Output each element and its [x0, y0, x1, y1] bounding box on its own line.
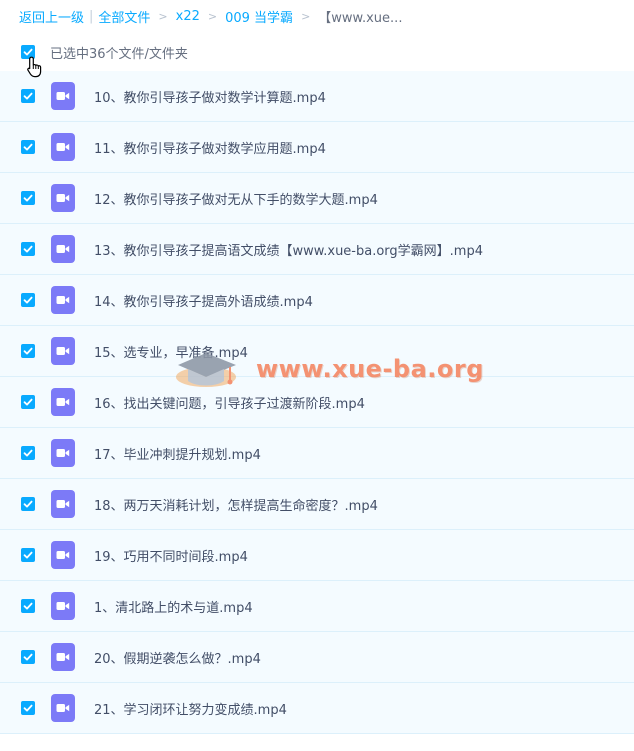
file-row[interactable]: 21、学习闭环让努力变成绩.mp4 — [0, 683, 634, 734]
breadcrumb-all-files-link[interactable]: 全部文件 — [98, 7, 150, 26]
checkmark-icon — [23, 704, 33, 712]
video-file-icon — [51, 694, 75, 722]
file-checkbox[interactable] — [21, 701, 35, 715]
file-row[interactable]: 11、教你引导孩子做对数学应用题.mp4 — [0, 122, 634, 173]
video-file-icon — [51, 541, 75, 569]
file-name[interactable]: 11、教你引导孩子做对数学应用题.mp4 — [94, 138, 326, 157]
checkmark-icon — [23, 347, 33, 355]
checkmark-icon — [23, 245, 33, 253]
video-file-icon — [51, 592, 75, 620]
breadcrumb-current-folder: 【www.xue... — [318, 10, 403, 26]
breadcrumb-back-link[interactable]: 返回上一级 — [19, 7, 84, 26]
file-row[interactable]: 15、选专业，早准备.mp4 — [0, 326, 634, 377]
file-checkbox[interactable] — [21, 140, 35, 154]
checkmark-icon — [23, 143, 33, 151]
file-name[interactable]: 13、教你引导孩子提高语文成绩【www.xue-ba.org学霸网】.mp4 — [94, 240, 483, 259]
video-file-icon — [51, 82, 75, 110]
video-file-icon — [51, 337, 75, 365]
file-checkbox[interactable] — [21, 599, 35, 613]
file-row[interactable]: 13、教你引导孩子提高语文成绩【www.xue-ba.org学霸网】.mp4 — [0, 224, 634, 275]
file-name[interactable]: 21、学习闭环让努力变成绩.mp4 — [94, 699, 287, 718]
selection-count-label: 已选中36个文件/文件夹 — [50, 46, 188, 62]
file-row[interactable]: 12、教你引导孩子做对无从下手的数学大题.mp4 — [0, 173, 634, 224]
breadcrumb: 返回上一级 | 全部文件 > x22 > 009 当学霸 > 【www.xue.… — [19, 6, 402, 26]
breadcrumb-arrow-icon: > — [158, 9, 168, 23]
file-checkbox[interactable] — [21, 548, 35, 562]
video-file-icon — [51, 133, 75, 161]
video-file-icon — [51, 439, 75, 467]
file-name[interactable]: 17、毕业冲刺提升规划.mp4 — [94, 444, 261, 463]
file-row[interactable]: 17、毕业冲刺提升规划.mp4 — [0, 428, 634, 479]
video-file-icon — [51, 643, 75, 671]
checkmark-icon — [23, 398, 33, 406]
file-row[interactable]: 1、清北路上的术与道.mp4 — [0, 581, 634, 632]
checkmark-icon — [23, 653, 33, 661]
checkmark-icon — [23, 449, 33, 457]
video-file-icon — [51, 235, 75, 263]
file-name[interactable]: 20、假期逆袭怎么做？.mp4 — [94, 648, 261, 667]
file-row[interactable]: 14、教你引导孩子提高外语成绩.mp4 — [0, 275, 634, 326]
file-name[interactable]: 19、巧用不同时间段.mp4 — [94, 546, 248, 565]
checkmark-icon — [23, 194, 33, 202]
file-name[interactable]: 12、教你引导孩子做对无从下手的数学大题.mp4 — [94, 189, 378, 208]
file-checkbox[interactable] — [21, 89, 35, 103]
file-name[interactable]: 15、选专业，早准备.mp4 — [94, 342, 248, 361]
file-row[interactable]: 10、教你引导孩子做对数学计算题.mp4 — [0, 71, 634, 122]
breadcrumb-folder-009-link[interactable]: 009 当学霸 — [225, 7, 293, 26]
video-file-icon — [51, 490, 75, 518]
file-name[interactable]: 14、教你引导孩子提高外语成绩.mp4 — [94, 291, 313, 310]
file-checkbox[interactable] — [21, 242, 35, 256]
file-row[interactable]: 16、找出关键问题，引导孩子过渡新阶段.mp4 — [0, 377, 634, 428]
checkmark-icon — [23, 296, 33, 304]
file-list: 10、教你引导孩子做对数学计算题.mp4 11、教你引导孩子做对数学应用题.mp… — [0, 71, 634, 734]
checkmark-icon — [23, 551, 33, 559]
video-file-icon — [51, 286, 75, 314]
breadcrumb-separator: | — [89, 8, 94, 24]
select-all-bar: 已选中36个文件/文件夹 — [21, 42, 188, 62]
file-row[interactable]: 18、两万天消耗计划，怎样提高生命密度？.mp4 — [0, 479, 634, 530]
file-checkbox[interactable] — [21, 497, 35, 511]
file-checkbox[interactable] — [21, 191, 35, 205]
breadcrumb-folder-x22-link[interactable]: x22 — [176, 9, 200, 24]
file-checkbox[interactable] — [21, 446, 35, 460]
checkmark-icon — [23, 92, 33, 100]
file-name[interactable]: 16、找出关键问题，引导孩子过渡新阶段.mp4 — [94, 393, 365, 412]
file-checkbox[interactable] — [21, 395, 35, 409]
file-row[interactable]: 20、假期逆袭怎么做？.mp4 — [0, 632, 634, 683]
file-name[interactable]: 18、两万天消耗计划，怎样提高生命密度？.mp4 — [94, 495, 378, 514]
file-name[interactable]: 10、教你引导孩子做对数学计算题.mp4 — [94, 87, 326, 106]
breadcrumb-arrow-icon: > — [301, 9, 311, 23]
file-checkbox[interactable] — [21, 293, 35, 307]
file-name[interactable]: 1、清北路上的术与道.mp4 — [94, 597, 253, 616]
file-browser: 返回上一级 | 全部文件 > x22 > 009 当学霸 > 【www.xue.… — [0, 0, 634, 751]
file-checkbox[interactable] — [21, 344, 35, 358]
video-file-icon — [51, 388, 75, 416]
checkmark-icon — [23, 602, 33, 610]
video-file-icon — [51, 184, 75, 212]
file-row[interactable]: 19、巧用不同时间段.mp4 — [0, 530, 634, 581]
checkmark-icon — [23, 500, 33, 508]
breadcrumb-arrow-icon: > — [207, 9, 218, 23]
hand-pointer-icon — [27, 56, 43, 82]
file-checkbox[interactable] — [21, 650, 35, 664]
